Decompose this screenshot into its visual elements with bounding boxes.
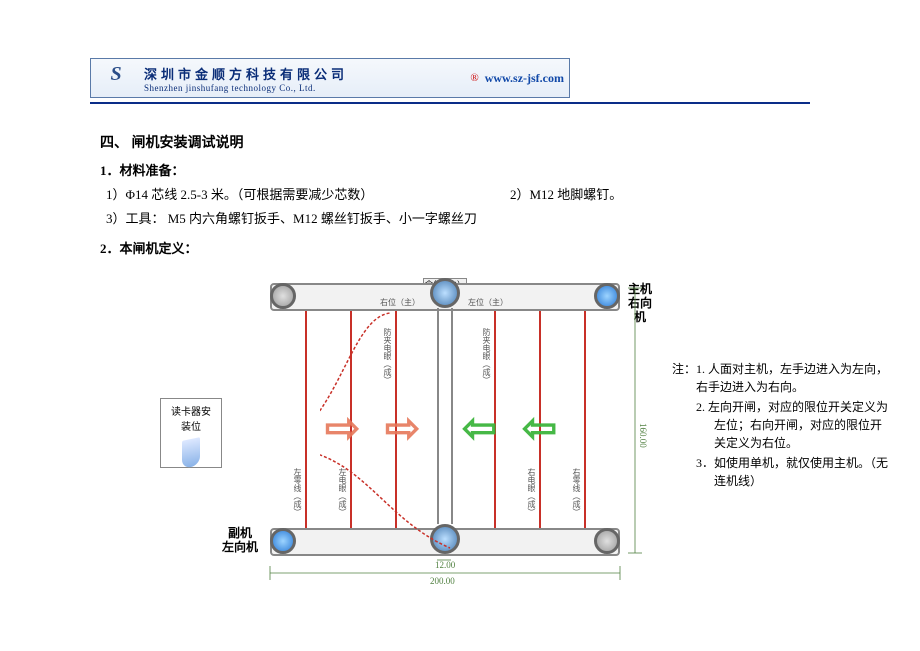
note-2: 2. 左向开闸，对应的限位开关定义为左位；右向开闸，对应的限位开关定义为右位。 [672, 398, 892, 452]
cap-top-left [270, 283, 296, 309]
material-line-2: 2）M12 地脚螺钉。 [510, 184, 622, 203]
vlabel-live-r: 右电眼（成） [526, 468, 537, 516]
gate-diagram: 伞位（主） 右位（主） 左位（主） 左零线（成） 左电眼（成） 防夹电眼（成） … [230, 268, 655, 588]
material-line-3: 3）工具： M5 内六角螺钉扳手、M12 螺丝钉扳手、小一字螺丝刀 [106, 208, 477, 227]
company-name-cn: 深圳市金顺方科技有限公司 [144, 64, 348, 83]
card-reader-label: 读卡器安 装位 [163, 403, 219, 433]
material-line-1: 1）Φ14 芯线 2.5-3 米。（可根据需要减少芯数） [106, 184, 373, 203]
note-1: 注：1. 人面对主机，左手边进入为左向，右手边进入为右向。 [672, 360, 892, 396]
letterhead: S 深圳市金顺方科技有限公司 Shenzhen jinshufang techn… [90, 58, 570, 98]
center-ball-top [430, 278, 460, 308]
vlabel-live-l: 左电眼（成） [337, 468, 348, 516]
arrow-left-2: ⇦ [522, 403, 557, 453]
registered-mark: ® [470, 72, 478, 84]
cap-bot-left [270, 528, 296, 554]
center-ball-bot [430, 524, 460, 554]
arrow-left-1: ⇦ [462, 403, 497, 453]
materials-title: 1．材料准备： [100, 160, 185, 179]
vline-center-1 [437, 308, 439, 524]
dim-height: 160.00 [638, 423, 648, 448]
vlabel-zero-l: 左零线（成） [292, 468, 303, 516]
dim-gap: 12.00 [435, 560, 455, 570]
card-reader-callout: 读卡器安 装位 [160, 398, 222, 468]
left-pos-label: 左位（主） [468, 297, 508, 308]
definition-notes: 注：1. 人面对主机，左手边进入为左向，右手边进入为右向。 2. 左向开闸，对应… [672, 360, 892, 492]
right-pos-label: 右位（主） [380, 297, 420, 308]
arrow-right-1: ⇨ [325, 403, 360, 453]
vline-center-2 [451, 308, 453, 524]
company-name-en: Shenzhen jinshufang technology Co., Ltd. [144, 83, 348, 93]
dim-width: 200.00 [430, 576, 455, 586]
section-heading: 四、 闸机安装调试说明 [100, 132, 244, 152]
vlabel-zero-r: 右零线（成） [571, 468, 582, 516]
cap-bot-right [594, 528, 620, 554]
company-name-block: 深圳市金顺方科技有限公司 Shenzhen jinshufang technol… [144, 64, 348, 93]
aux-machine-label: 副机 左向机 [222, 526, 258, 554]
note-3: 3．如使用单机，就仅使用主机。（无连机线） [672, 454, 892, 490]
card-reader-icon [182, 437, 200, 469]
vline-1 [305, 311, 307, 528]
vlabel-fan-r: 防夹电眼（成） [481, 328, 492, 384]
vlabel-fan-l: 防夹电眼（成） [382, 328, 393, 384]
definition-title: 2．本闸机定义： [100, 238, 198, 257]
header-rule [90, 102, 810, 104]
website: www.sz-jsf.com [485, 71, 564, 86]
logo: S [96, 63, 136, 93]
cap-top-right [594, 283, 620, 309]
arrow-right-2: ⇨ [385, 403, 420, 453]
main-machine-label: 主机 右向机 [625, 282, 655, 324]
vline-6 [584, 311, 586, 528]
note-prefix: 注： [672, 362, 696, 376]
